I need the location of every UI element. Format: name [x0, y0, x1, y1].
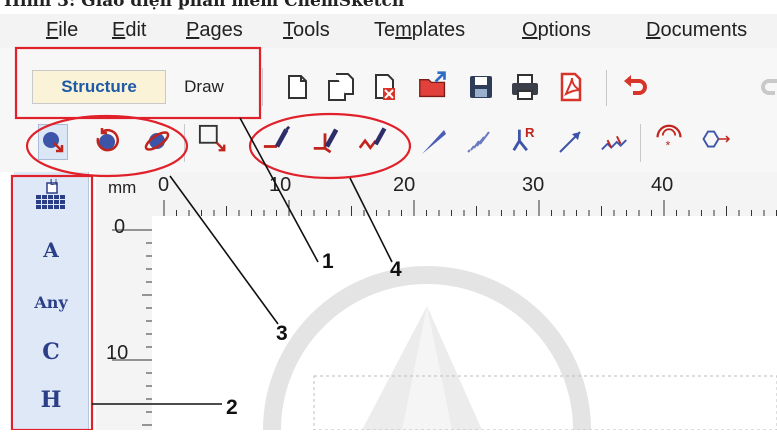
callout-box-mode-tabs	[14, 46, 262, 120]
callout-number-2: 2	[226, 396, 238, 419]
annotation-overlay: 1 2 3 4	[10, 46, 412, 430]
callout-number-3: 3	[276, 322, 288, 345]
callout-line-1	[239, 117, 319, 263]
callout-line-4	[349, 177, 393, 263]
callout-line-3	[169, 175, 279, 325]
callout-ellipse-selection-tools	[25, 114, 189, 178]
callout-box-atom-palette	[10, 174, 94, 430]
callout-number-1: 1	[322, 250, 334, 273]
callout-number-4: 4	[390, 258, 402, 281]
callout-ellipse-chain-tools	[248, 112, 412, 180]
